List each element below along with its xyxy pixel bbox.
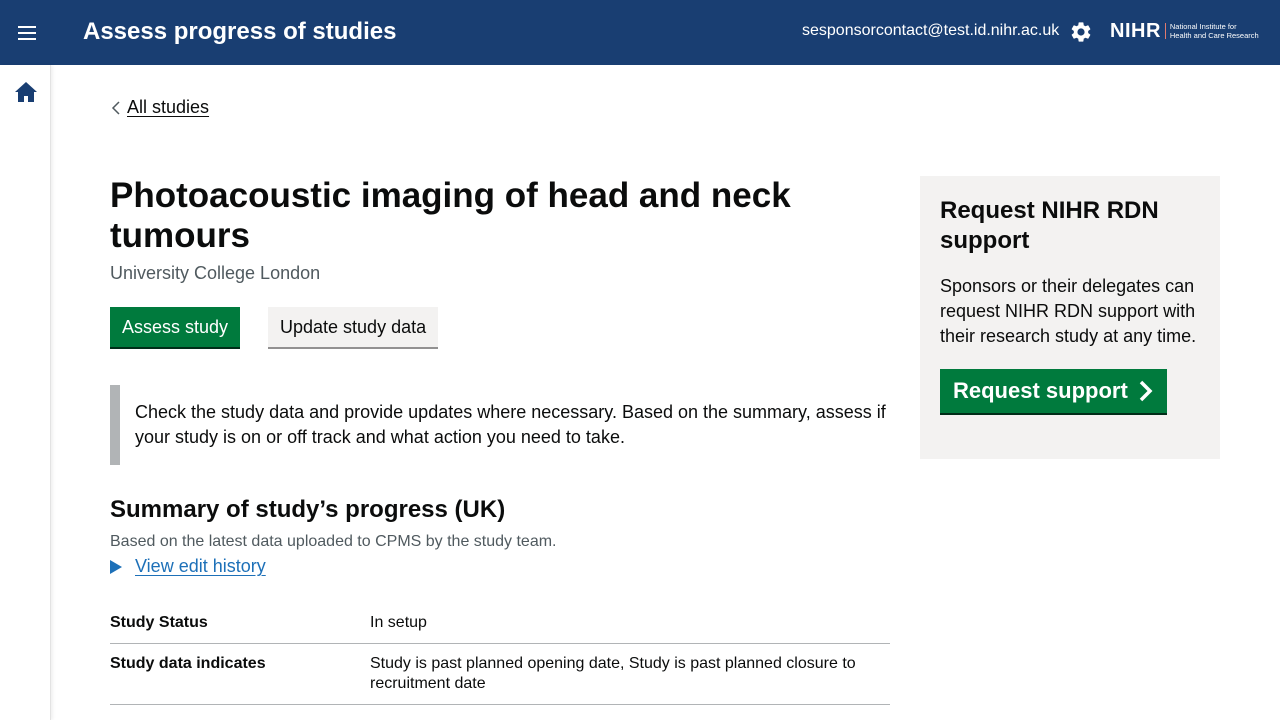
request-support-panel: Request NIHR RDN support Sponsors or the… [920,176,1220,459]
summary-key: Study Status [110,603,370,644]
request-support-label: Request support [953,378,1128,403]
summary-value: Study is past planned opening date, Stud… [370,643,890,705]
logo-subtitle-line1: National Institute for [1169,22,1237,31]
logo-divider [1164,23,1166,39]
logo-subtitle: National Institute for Health and Care R… [1170,22,1259,40]
request-support-text: Sponsors or their delegates can request … [940,276,1197,346]
back-link-all-studies[interactable]: All studies [127,97,209,118]
chevron-left-icon [111,100,120,115]
logo-subtitle-line2: Health and Care Research [1169,31,1259,40]
summary-row: Study data indicates Study is past plann… [110,643,890,705]
view-edit-history-link[interactable]: View edit history [135,556,266,577]
request-support-heading: Request NIHR RDN support [940,197,1159,254]
user-email: sesponsorcontact@test.id.nihr.ac.uk [802,22,1060,39]
top-header: Assess progress of studies sesponsorcont… [0,0,1280,65]
home-icon[interactable] [14,81,38,103]
summary-row: Study Status In setup [110,603,890,644]
triangle-right-icon [110,559,122,574]
page-title: Photoacoustic imaging of head and neck t… [110,176,791,255]
inset-text: Check the study data and provide updates… [110,385,890,465]
app-title: Assess progress of studies [83,18,397,45]
summary-subheading: Based on the latest data uploaded to CPM… [110,533,557,550]
summary-list: Study Status In setup Study data indicat… [110,603,890,705]
menu-icon[interactable] [14,21,40,45]
summary-key: Study data indicates [110,643,370,705]
chevron-right-icon [1139,380,1153,402]
request-support-button[interactable]: Request support [940,369,1167,413]
update-study-data-button[interactable]: Update study data [268,307,439,347]
breadcrumb: All studies [110,97,209,118]
logo-wordmark: NIHR [1110,19,1161,42]
gear-icon[interactable] [1069,20,1093,44]
assess-study-button[interactable]: Assess study [110,307,241,347]
summary-value: In setup [370,603,890,644]
side-nav [0,65,51,720]
nihr-logo: NIHR National Institute for Health and C… [1110,19,1259,43]
organisation-caption: University College London [110,263,321,283]
edit-history-toggle[interactable]: View edit history [110,556,266,577]
summary-heading: Summary of study’s progress (UK) [110,496,506,523]
